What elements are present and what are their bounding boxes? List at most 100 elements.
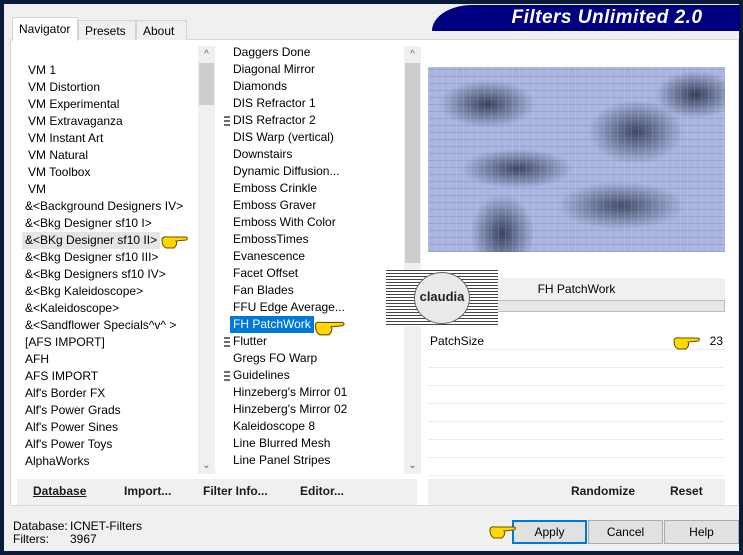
help-button[interactable]: Help — [664, 520, 739, 544]
category-item[interactable]: &<Sandflower Specials^v^ > — [22, 317, 179, 334]
category-item[interactable]: &<Background Designers IV> — [22, 198, 186, 215]
param-row-empty — [428, 404, 725, 422]
filter-item-label: DIS Refractor 2 — [233, 113, 316, 127]
filter-item[interactable]: Gregs FO Warp — [230, 350, 320, 367]
category-item[interactable]: Alf's Power Grads — [22, 402, 124, 419]
preview-image — [428, 67, 725, 252]
filter-item-label: Emboss Graver — [233, 198, 317, 212]
tab-navigator[interactable]: Navigator — [12, 17, 78, 41]
category-item[interactable]: VM — [22, 181, 49, 198]
category-item[interactable]: AFH — [22, 351, 52, 368]
filter-item[interactable]: DIS Refractor 1 — [230, 95, 319, 112]
filter-item[interactable]: Line Blurred Mesh — [230, 435, 333, 452]
category-item[interactable]: Alf's Power Toys — [22, 436, 115, 453]
filter-item[interactable]: EmbossTimes — [230, 231, 312, 248]
filter-item[interactable]: DIS Refractor 2 — [230, 112, 319, 129]
apply-button[interactable]: Apply — [512, 520, 587, 544]
watermark-text: claudia — [414, 272, 470, 324]
filter-scrollbar[interactable]: ^ ⌄ — [404, 46, 421, 474]
filter-item[interactable]: Emboss With Color — [230, 214, 339, 231]
filter-list[interactable]: Daggers Done Diagonal Mirror Diamonds DIS R… — [220, 46, 404, 474]
scroll-thumb[interactable] — [199, 63, 214, 105]
category-item[interactable]: VM Experimental — [22, 96, 122, 113]
filter-item[interactable]: Fan Blades — [230, 282, 297, 299]
filter-item[interactable]: Emboss Crinkle — [230, 180, 320, 197]
filter-item[interactable]: FH PatchWork — [230, 316, 314, 333]
filter-item-label: Emboss With Color — [233, 215, 336, 229]
filter-item-label: Line Panel Stripes — [233, 453, 331, 467]
category-item[interactable]: [AFS IMPORT] — [22, 334, 108, 351]
category-item[interactable]: &<Bkg Designer sf10 III> — [22, 249, 161, 266]
category-item[interactable]: VM Distortion — [22, 79, 103, 96]
param-label: PatchSize — [430, 334, 485, 348]
filter-item[interactable]: Facet Offset — [230, 265, 301, 282]
filter-item[interactable]: Kaleidoscope 8 — [230, 418, 318, 435]
category-item[interactable]: VM Extravaganza — [22, 113, 126, 130]
category-item[interactable]: VM Toolbox — [22, 164, 93, 181]
import-button[interactable]: Import... — [124, 484, 171, 498]
reset-button[interactable]: Reset — [670, 484, 703, 498]
category-item[interactable]: Alf's Power Sines — [22, 419, 121, 436]
category-list[interactable]: VM 1 VM Distortion VM Experimental VM Extra… — [22, 46, 198, 474]
filter-item[interactable]: Guidelines — [230, 367, 293, 384]
pointing-hand-icon — [314, 321, 345, 336]
filter-item[interactable]: Diamonds — [230, 78, 290, 95]
filter-item[interactable]: DIS Warp (vertical) — [230, 129, 337, 146]
database-button-label: Database — [33, 484, 87, 498]
database-button[interactable]: Database — [33, 484, 86, 498]
category-item[interactable]: &<Bkg Designers sf10 IV> — [22, 266, 169, 283]
param-row-empty — [428, 458, 725, 476]
drag-grip-icon[interactable] — [224, 116, 230, 126]
filter-item[interactable]: Hinzeberg's Mirror 01 — [230, 384, 350, 401]
pointing-hand-icon — [489, 526, 516, 539]
scroll-down-icon[interactable]: ⌄ — [404, 457, 421, 474]
tab-about[interactable]: About — [136, 20, 187, 40]
scroll-thumb[interactable] — [405, 63, 420, 263]
param-row-empty — [428, 386, 725, 404]
category-item[interactable]: Alf's Border FX — [22, 385, 108, 402]
filter-item[interactable]: Dynamic Diffusion... — [230, 163, 342, 180]
filter-item[interactable]: Evanescence — [230, 248, 308, 265]
filter-item-label: Facet Offset — [233, 266, 299, 280]
filters-count-value: 3967 — [70, 532, 97, 546]
scroll-up-icon[interactable]: ^ — [198, 46, 215, 63]
navigator-action-bar: Database Import... Filter Info... Editor… — [17, 479, 417, 505]
filter-item[interactable]: Emboss Graver — [230, 197, 319, 214]
cancel-button[interactable]: Cancel — [588, 520, 663, 544]
filter-item[interactable]: Line Panel Stripes — [230, 452, 333, 469]
filter-item[interactable]: Flutter — [230, 333, 270, 350]
param-value[interactable]: 23 — [710, 334, 723, 348]
drag-grip-icon[interactable] — [224, 371, 230, 381]
filter-item-label: FH PatchWork — [233, 317, 311, 331]
filter-item[interactable]: FFU Edge Average... — [230, 299, 348, 316]
category-item[interactable]: &<Bkg Designer sf10 I> — [22, 215, 155, 232]
category-item[interactable]: VM Instant Art — [22, 130, 106, 147]
editor-button[interactable]: Editor... — [300, 484, 344, 498]
scroll-down-icon[interactable]: ⌄ — [198, 457, 215, 474]
category-item[interactable]: AlphaWorks — [22, 453, 92, 470]
category-item[interactable]: &<Bkg Kaleidoscope> — [22, 283, 146, 300]
drag-grip-icon[interactable] — [224, 337, 230, 347]
category-item[interactable]: VM 1 — [22, 62, 59, 79]
category-item[interactable]: &<Kaleidoscope> — [22, 300, 122, 317]
pointing-hand-icon — [161, 236, 188, 249]
filter-item-label: Flutter — [233, 334, 268, 348]
randomize-button[interactable]: Randomize — [571, 484, 635, 498]
filter-item[interactable]: Hinzeberg's Mirror 02 — [230, 401, 350, 418]
category-item[interactable]: AFS IMPORT — [22, 368, 101, 385]
category-scrollbar[interactable]: ^ ⌄ — [198, 46, 215, 474]
filter-item-label: DIS Refractor 1 — [233, 96, 316, 110]
database-value: ICNET-Filters — [70, 519, 142, 533]
filter-info-button[interactable]: Filter Info... — [203, 484, 268, 498]
filter-item-label: EmbossTimes — [233, 232, 309, 246]
category-item[interactable]: VM Natural — [22, 147, 91, 164]
pointing-hand-icon — [673, 337, 700, 350]
filter-item[interactable]: Diagonal Mirror — [230, 61, 318, 78]
category-item[interactable]: &<BKg Designer sf10 II> — [22, 232, 161, 249]
filter-item[interactable]: Daggers Done — [230, 46, 313, 61]
filter-item[interactable]: Downstairs — [230, 146, 295, 163]
scroll-up-icon[interactable]: ^ — [404, 46, 421, 63]
tab-presets[interactable]: Presets — [78, 20, 136, 40]
param-action-bar: Randomize Reset — [428, 479, 725, 505]
filter-item-label: Daggers Done — [233, 46, 311, 59]
